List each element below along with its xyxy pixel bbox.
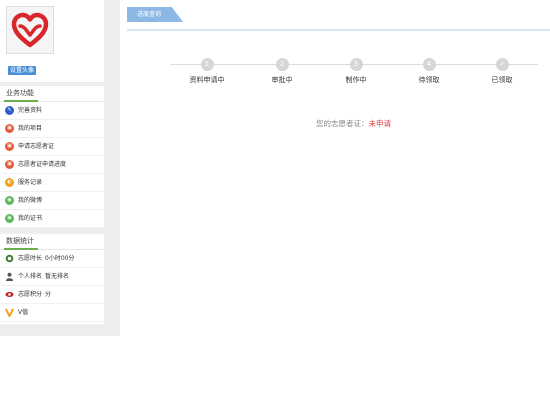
apply-card-icon: ▣	[5, 142, 14, 151]
menu-item-label: 我的微博	[18, 197, 43, 204]
menu-item-application-progress[interactable]: ▣ 志愿者证申请进度	[0, 156, 104, 174]
edit-icon: ✎	[5, 106, 14, 115]
stats-panel-title: 数据统计	[0, 234, 104, 250]
menu-item-label: 完善资料	[18, 107, 43, 114]
step-3: 3 制作中	[326, 56, 386, 85]
stat-personal-rank: 个人排名 暂无排名	[0, 268, 104, 286]
step-number: 1	[200, 58, 214, 71]
clock-icon	[5, 254, 14, 263]
certificate-icon: ◉	[5, 214, 14, 223]
status-prefix: 您的志愿者证：	[316, 119, 369, 128]
step-number: 4	[422, 58, 436, 71]
stat-value: 暂无排名	[45, 273, 70, 280]
menu-item-my-certificates[interactable]: ◉ 我的证书	[0, 210, 104, 228]
avatar[interactable]	[6, 6, 54, 54]
heart-logo-icon	[11, 12, 49, 48]
set-avatar-button[interactable]: 设置头像	[8, 66, 37, 75]
step-check-icon: ✓	[495, 58, 509, 71]
step-label: 已领取	[491, 76, 513, 84]
business-panel: 业务功能 ✎ 完善资料 ▣ 我的项目 ▣ 申请志愿者证 ▣ 志愿者证申请进度 ◐…	[0, 86, 104, 228]
step-label: 制作中	[345, 76, 367, 84]
menu-item-apply-card[interactable]: ▣ 申请志愿者证	[0, 138, 104, 156]
menu-item-my-weibo[interactable]: ◉ 我的微博	[0, 192, 104, 210]
step-1: 1 资料申请中	[177, 56, 237, 85]
stat-label: V值	[18, 309, 29, 316]
sidebar: 设置头像 业务功能 ✎ 完善资料 ▣ 我的项目 ▣ 申请志愿者证 ▣ 志愿者证申…	[0, 0, 120, 336]
weibo-icon: ◉	[5, 196, 14, 205]
step-number: 2	[275, 58, 289, 71]
project-icon: ▣	[5, 124, 14, 133]
business-panel-title: 业务功能	[0, 86, 104, 102]
tab-bar: 进度查询	[127, 7, 550, 31]
stat-v-value: V值	[0, 304, 104, 322]
stat-label: 个人排名	[18, 273, 43, 280]
service-record-icon: ◐	[5, 178, 14, 187]
menu-item-my-projects[interactable]: ▣ 我的项目	[0, 120, 104, 138]
step-number: 3	[349, 58, 363, 71]
step-label: 待领取	[418, 76, 440, 84]
stat-label: 志愿积分	[18, 291, 43, 298]
menu-item-label: 志愿者证申请进度	[18, 161, 67, 168]
stats-title-text: 数据统计	[6, 237, 34, 245]
stat-volunteer-hours: 志愿时长 0小时00分	[0, 250, 104, 268]
stat-value: 0小时00分	[45, 255, 75, 262]
step-5: ✓ 已领取	[472, 56, 532, 85]
menu-item-complete-profile[interactable]: ✎ 完善资料	[0, 102, 104, 120]
v-icon	[5, 308, 14, 317]
step-2: 2 审批中	[252, 56, 312, 85]
tab-progress-query[interactable]: 进度查询	[127, 7, 183, 22]
menu-item-label: 服务记录	[18, 179, 43, 186]
card-status: 您的志愿者证：未申请	[316, 118, 391, 129]
eye-icon	[5, 291, 14, 298]
stat-label: 志愿时长	[18, 255, 43, 262]
step-label: 资料申请中	[189, 76, 225, 84]
progress-steps: 1 资料申请中 2 审批中 3 制作中 4 待领取 ✓ 已领取	[170, 56, 540, 96]
stats-panel: 数据统计 志愿时长 0小时00分 个人排名 暂无排名 志愿积分分 V值	[0, 234, 104, 324]
menu-item-service-records[interactable]: ◐ 服务记录	[0, 174, 104, 192]
stat-volunteer-points: 志愿积分分	[0, 286, 104, 304]
user-icon	[5, 272, 14, 281]
step-4: 4 待领取	[399, 56, 459, 85]
step-label: 审批中	[271, 76, 293, 84]
status-value: 未申请	[368, 119, 392, 128]
menu-item-label: 我的证书	[18, 215, 43, 222]
menu-item-label: 我的项目	[18, 125, 43, 132]
menu-item-label: 申请志愿者证	[18, 143, 55, 150]
progress-icon: ▣	[5, 160, 14, 169]
business-title-text: 业务功能	[6, 89, 34, 97]
avatar-section: 设置头像	[0, 0, 104, 82]
stat-value: 分	[45, 291, 52, 298]
